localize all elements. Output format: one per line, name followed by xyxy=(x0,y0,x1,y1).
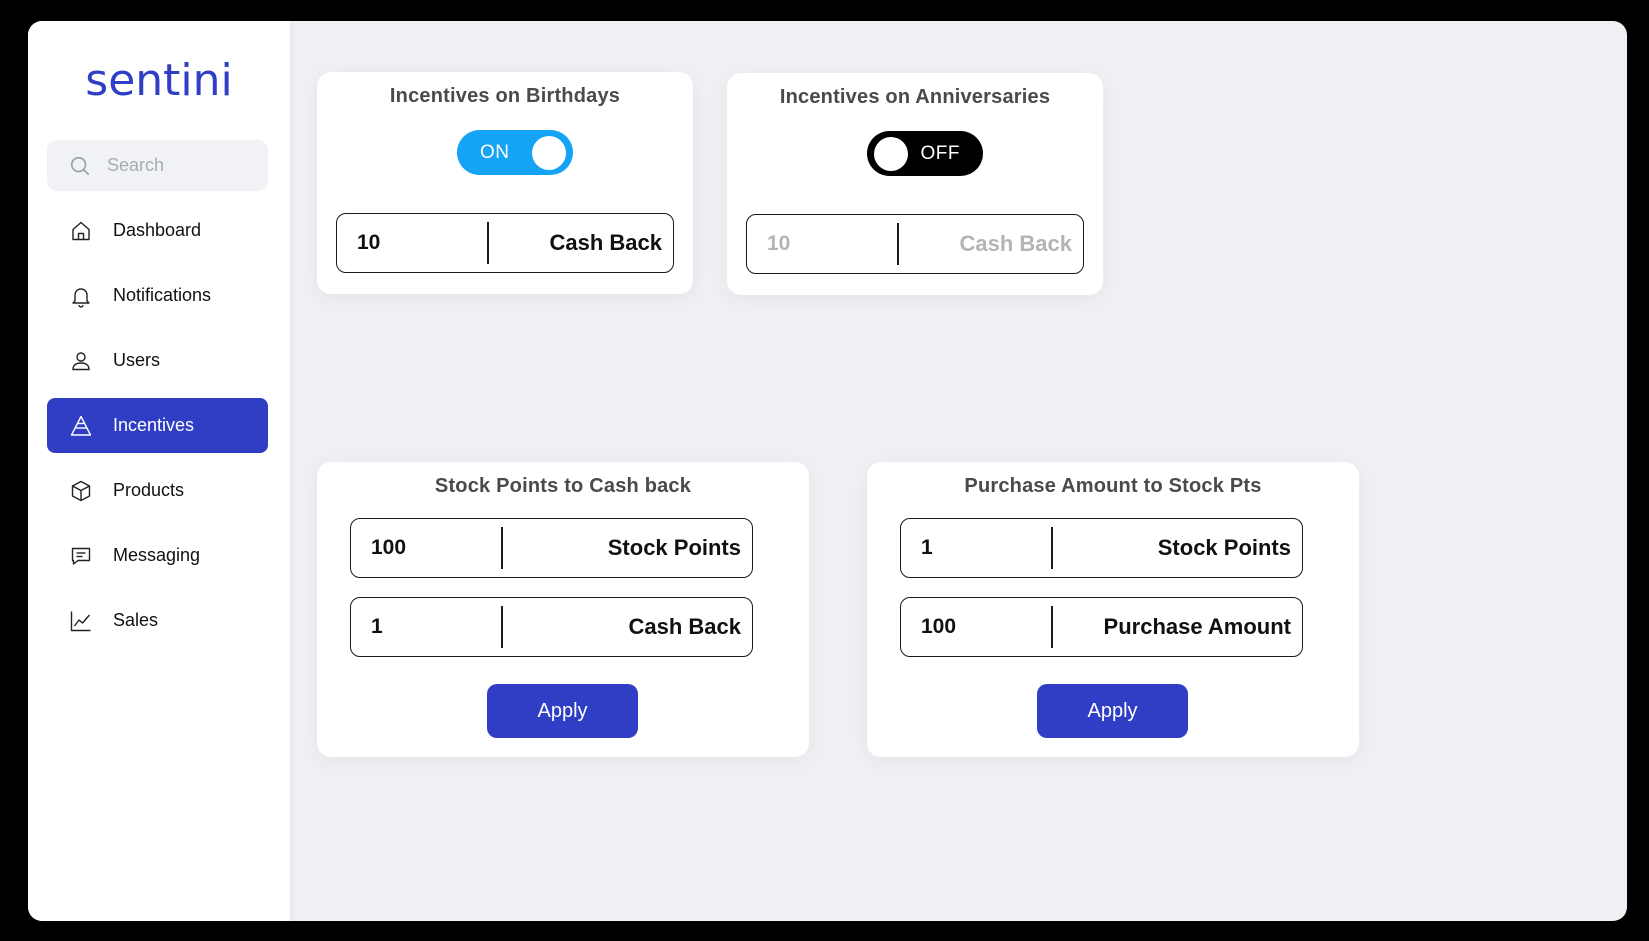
sidebar-item-label: Incentives xyxy=(113,415,195,435)
sidebar-item-notifications[interactable]: Notifications xyxy=(47,268,268,323)
anniversaries-toggle[interactable]: OFF xyxy=(867,131,983,176)
app-window: sentini Dashboard Notifications xyxy=(28,21,1627,921)
card-title: Stock Points to Cash back xyxy=(434,475,692,497)
sidebar-item-label: Messaging xyxy=(113,545,201,565)
birthdays-cashback-field[interactable]: 10 Cash Back xyxy=(336,213,674,273)
card-title: Incentives on Anniversaries xyxy=(779,86,1051,108)
user-icon xyxy=(72,351,90,370)
sidebar-item-dashboard[interactable]: Dashboard xyxy=(47,203,268,258)
bell-icon xyxy=(72,287,90,308)
card-title: Purchase Amount to Stock Pts xyxy=(964,475,1262,497)
box-icon xyxy=(71,480,91,501)
sidebar-item-products[interactable]: Products xyxy=(47,463,268,518)
value-input[interactable]: 1 xyxy=(901,536,1051,560)
search-box[interactable] xyxy=(47,140,268,191)
toggle-knob xyxy=(874,137,908,171)
logo: sentini xyxy=(85,55,233,106)
unit-label: Cash Back xyxy=(549,230,662,255)
value-input[interactable]: 100 xyxy=(901,615,1051,639)
birthdays-card: Incentives on Birthdays ON 10 Cash Back xyxy=(317,72,693,294)
value-input[interactable]: 10 xyxy=(337,231,487,255)
sidebar-item-label: Notifications xyxy=(113,285,212,305)
cash-back-field[interactable]: 1 Cash Back xyxy=(350,597,753,657)
apply-button[interactable]: Apply xyxy=(1037,684,1188,738)
purchase-amount-field[interactable]: 100 Purchase Amount xyxy=(900,597,1303,657)
toggle-label: ON xyxy=(480,141,510,163)
stock-to-cash-card: Stock Points to Cash back 100 Stock Poin… xyxy=(317,462,809,757)
sidebar-nav: Dashboard Notifications Users Incentives xyxy=(47,203,268,658)
search-input[interactable] xyxy=(107,155,257,176)
purchase-to-stock-card: Purchase Amount to Stock Pts 1 Stock Poi… xyxy=(867,462,1359,757)
value-input[interactable]: 100 xyxy=(351,536,501,560)
message-icon xyxy=(71,547,91,565)
unit-label: Cash Back xyxy=(628,614,741,639)
search-icon xyxy=(70,156,90,175)
unit-label: Stock Points xyxy=(607,535,741,560)
birthdays-toggle[interactable]: ON xyxy=(457,130,573,175)
value-input[interactable]: 1 xyxy=(351,615,501,639)
sidebar-item-label: Sales xyxy=(113,610,159,630)
sidebar-item-users[interactable]: Users xyxy=(47,333,268,388)
sidebar: sentini Dashboard Notifications xyxy=(28,21,290,921)
main-content: Incentives on Birthdays ON 10 Cash Back … xyxy=(290,21,1627,921)
anniversaries-cashback-field[interactable]: 10 Cash Back xyxy=(746,214,1084,274)
toggle-label: OFF xyxy=(920,142,960,164)
toggle-knob xyxy=(532,136,566,170)
sidebar-item-label: Products xyxy=(113,480,185,500)
unit-label: Cash Back xyxy=(959,231,1072,256)
sidebar-item-sales[interactable]: Sales xyxy=(47,593,268,648)
apply-button[interactable]: Apply xyxy=(487,684,638,738)
stock-points-field[interactable]: 100 Stock Points xyxy=(350,518,753,578)
home-icon xyxy=(72,221,90,240)
unit-label: Purchase Amount xyxy=(1103,614,1291,639)
sidebar-item-incentives[interactable]: Incentives xyxy=(47,398,268,453)
unit-label: Stock Points xyxy=(1157,535,1291,560)
sidebar-item-messaging[interactable]: Messaging xyxy=(47,528,268,583)
chart-line-icon xyxy=(70,611,91,631)
sidebar-item-label: Users xyxy=(113,350,161,370)
pyramid-icon xyxy=(70,415,92,436)
anniversaries-card: Incentives on Anniversaries OFF 10 Cash … xyxy=(727,73,1103,295)
stock-points-field[interactable]: 1 Stock Points xyxy=(900,518,1303,578)
value-input[interactable]: 10 xyxy=(747,232,897,256)
sidebar-item-label: Dashboard xyxy=(113,220,202,240)
card-title: Incentives on Birthdays xyxy=(389,85,621,107)
